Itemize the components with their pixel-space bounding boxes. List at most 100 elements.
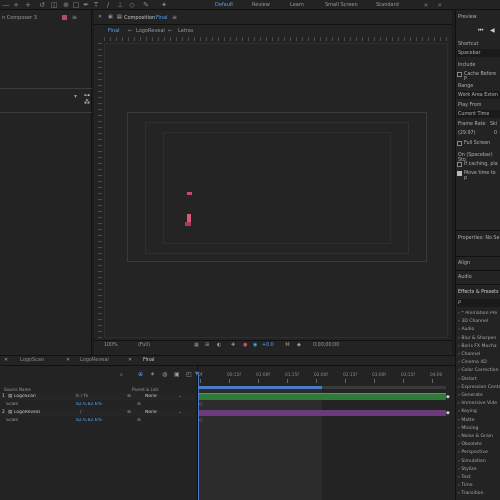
effects-category-item[interactable]: › Expression Contr xyxy=(458,385,500,390)
pickwhip-icon-2[interactable]: ⊚ xyxy=(137,402,141,407)
pan-behind-icon[interactable]: ⊕ xyxy=(62,1,70,9)
timecode[interactable]: 0;00;00;00 xyxy=(313,343,339,348)
effects-category-item[interactable]: › Noise & Grain xyxy=(458,434,493,439)
workspace-review[interactable]: Review xyxy=(252,2,270,8)
effects-category-item[interactable]: › Time xyxy=(458,483,473,488)
effects-category-item[interactable]: › Blur & Sharpen xyxy=(458,336,496,341)
property-value[interactable]: 82.6,82.6% xyxy=(76,402,102,407)
search-timeline-icon[interactable]: ⌕ xyxy=(120,372,123,378)
pen-tool-icon[interactable]: ✒ xyxy=(82,1,90,9)
effects-category-item[interactable]: › Immersive Vide xyxy=(458,401,497,406)
effects-category-item[interactable]: › Color Correction xyxy=(458,368,499,373)
search-icon[interactable]: ⌕ xyxy=(436,1,444,9)
layer-bar-logoreveal[interactable] xyxy=(198,410,446,416)
full-screen-checkbox[interactable] xyxy=(457,141,462,146)
cache-checkbox[interactable] xyxy=(457,72,462,77)
composition-viewer[interactable] xyxy=(104,43,448,338)
zoom-dropdown[interactable]: 100% xyxy=(104,343,118,348)
frame-blending-icon[interactable]: ▣ xyxy=(174,371,180,378)
motion-blur-icon[interactable]: ◍ xyxy=(162,371,167,378)
node-icon[interactable]: ⁂ xyxy=(84,99,90,106)
plus-icon-2[interactable]: + xyxy=(24,1,32,9)
minus-icon[interactable]: — xyxy=(2,1,10,9)
effects-category-item[interactable]: › Transition xyxy=(458,491,484,496)
tab-logoreveal[interactable]: LogoReveal xyxy=(136,28,165,34)
effects-category-item[interactable]: › Perspective xyxy=(458,450,488,455)
flowchart-icon[interactable]: ⊶ xyxy=(84,92,90,99)
effects-category-item[interactable]: › Cinema 4D xyxy=(458,360,487,365)
previous-frame-icon[interactable]: ◀ xyxy=(490,27,495,34)
dropdown-arrow-icon[interactable]: ▾ xyxy=(74,93,77,100)
layer-switches-2[interactable]: ∕ xyxy=(80,410,82,415)
pickwhip-icon-3[interactable]: ⊚ xyxy=(127,410,131,415)
workspace-standard[interactable]: Standard xyxy=(376,2,399,8)
keyframe-icon[interactable]: ◇ xyxy=(199,401,203,407)
rectangle-tool-icon[interactable]: □ xyxy=(72,1,80,9)
layer-name-2[interactable]: LogoReveal xyxy=(14,410,40,415)
pickwhip-icon-4[interactable]: ⊚ xyxy=(137,418,141,423)
layer-bar-logoscan[interactable] xyxy=(198,394,446,400)
tab-final[interactable]: Final xyxy=(108,28,120,34)
type-tool-icon[interactable]: T xyxy=(92,1,100,9)
tab-letras[interactable]: Letras xyxy=(178,28,193,34)
effects-category-item[interactable]: › Keying xyxy=(458,409,477,414)
effects-category-item[interactable]: › * Animation Pre xyxy=(458,311,497,316)
timeline-tab-final[interactable]: Final xyxy=(143,357,155,363)
effects-category-item[interactable]: › Missing xyxy=(458,426,478,431)
panel-menu-icon-2[interactable]: ≡ xyxy=(172,14,177,21)
skip-value[interactable]: 0 xyxy=(494,131,497,136)
lock-icon[interactable]: ▣ xyxy=(108,14,113,20)
snapshot-icon[interactable]: ⌘ xyxy=(285,342,290,348)
region-icon[interactable]: ▦ xyxy=(194,342,199,348)
layer-name[interactable]: LogoScan xyxy=(14,394,36,399)
timeline-tab-logoscan[interactable]: LogoScan xyxy=(20,357,44,363)
workspace-learn[interactable]: Learn xyxy=(290,2,304,8)
playhead-handle-icon[interactable]: ▼ xyxy=(195,371,199,377)
move-time-checkbox[interactable] xyxy=(457,171,462,176)
eraser-icon[interactable]: ◇ xyxy=(128,1,136,9)
clone-stamp-icon[interactable]: ⊥ xyxy=(116,1,124,9)
effects-category-item[interactable]: › Distort xyxy=(458,377,477,382)
effects-category-item[interactable]: › 3D Channel xyxy=(458,319,488,324)
effects-category-item[interactable]: › Audio xyxy=(458,327,474,332)
effects-category-item[interactable]: › Boris FX Mocha xyxy=(458,344,497,349)
mask-icon[interactable]: ◐ xyxy=(217,342,221,348)
roto-brush-icon[interactable]: ✎ xyxy=(142,1,150,9)
resolution-dropdown[interactable]: (Full) xyxy=(138,343,150,348)
chevron-down-icon[interactable]: ⌄ xyxy=(178,394,182,399)
effects-category-item[interactable]: › Text xyxy=(458,475,471,480)
graph-editor-icon[interactable]: ◰ xyxy=(186,371,192,378)
effects-category-item[interactable]: › Obsolete xyxy=(458,442,482,447)
draft-3d-icon[interactable]: ✶ xyxy=(150,371,155,378)
workspace-overflow-icon[interactable]: » xyxy=(422,1,430,9)
parent-dropdown[interactable]: None xyxy=(145,394,157,399)
effects-category-item[interactable]: › Simulation xyxy=(458,459,486,464)
time-ruler[interactable]: 0f 00:15f 01:00f 01:15f 02:00f 02:15f 03:00f 03… xyxy=(198,373,446,383)
camera-icon[interactable]: ◫ xyxy=(50,1,58,9)
layer-switches[interactable]: ⁂ ∕ fx xyxy=(75,394,88,399)
grid-icon[interactable]: ⊞ xyxy=(205,342,209,348)
first-frame-icon[interactable]: ⏮ xyxy=(478,27,483,35)
close-tab-icon[interactable]: ✕ xyxy=(4,357,8,363)
rotate-icon[interactable]: ↺ xyxy=(38,1,46,9)
close-tab-icon-3[interactable]: ✕ xyxy=(128,357,132,363)
playhead[interactable] xyxy=(198,374,199,500)
brush-tool-icon[interactable]: / xyxy=(104,1,112,9)
show-snapshot-icon[interactable]: ◆ xyxy=(297,342,301,348)
audio-panel-title[interactable]: Audio xyxy=(458,275,472,280)
property-value-2[interactable]: 82.6,82.6% xyxy=(76,418,102,423)
exposure-value[interactable]: +0.0 xyxy=(262,343,274,348)
composition-name[interactable]: Final xyxy=(156,15,168,21)
if-caching-checkbox[interactable] xyxy=(457,162,462,167)
effects-category-item[interactable]: › Stylize xyxy=(458,467,477,472)
effects-category-item[interactable]: › Matte xyxy=(458,418,475,423)
panel-menu-icon[interactable]: ≡ xyxy=(72,14,77,21)
workspace-small-screen[interactable]: Small Screen xyxy=(325,2,358,8)
color-channel-icon[interactable]: ● xyxy=(243,342,247,348)
keyframe-navigator-icon-2[interactable]: ◆ xyxy=(446,410,450,416)
close-tab-icon-2[interactable]: ✕ xyxy=(66,357,70,363)
frame-rate-value[interactable]: (29.97) xyxy=(458,131,475,136)
plus-icon[interactable]: + xyxy=(12,1,20,9)
exposure-icon[interactable]: ◉ xyxy=(253,342,257,348)
puppet-pin-icon[interactable]: ✦ xyxy=(160,1,168,9)
